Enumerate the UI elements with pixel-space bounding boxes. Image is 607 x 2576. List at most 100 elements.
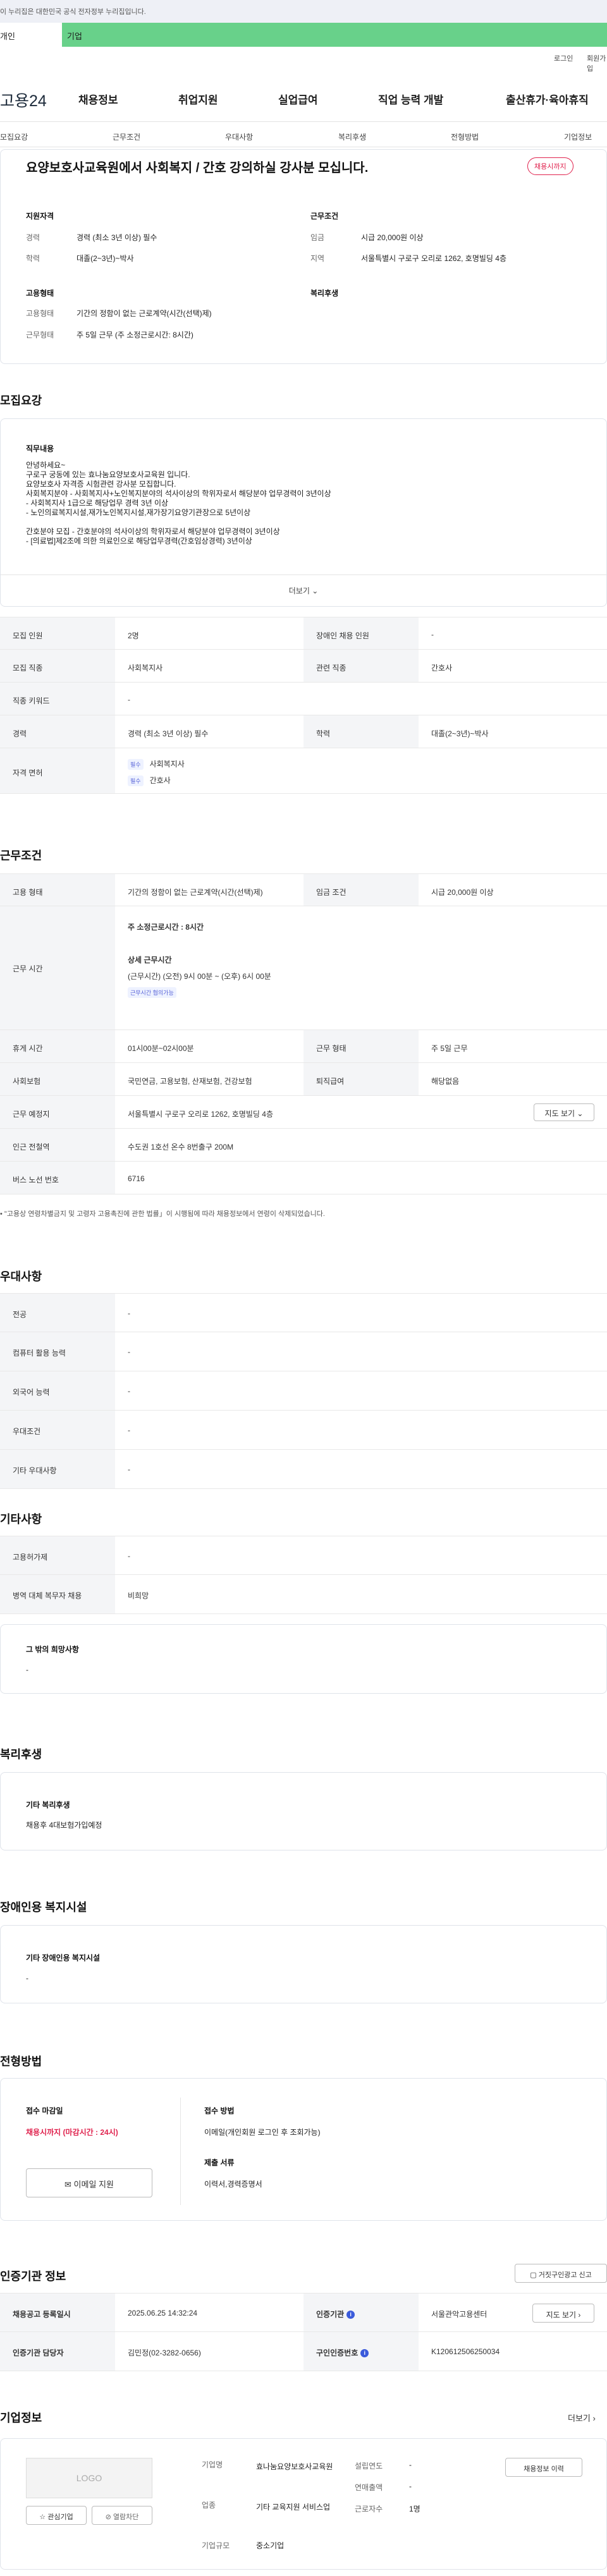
table-row: 병역 대체 복무자 채용 비희망 [0, 1575, 607, 1614]
company-size-value: 중소기업 [256, 2541, 285, 2550]
work-type-label: 근무형태 [26, 331, 54, 339]
work-time-detail: (근무시간) (오전) 9시 00분 ~ (오후) 6시 00분 [128, 972, 271, 981]
license-item: 필수 사회복지사 [128, 758, 185, 770]
subnav-recruit[interactable]: 모집요강 [0, 131, 28, 142]
favorite-company-button[interactable]: ☆ 관심기업 [26, 2506, 87, 2525]
table-row: 사회보험 국민연금, 고용보험, 산재보험, 건강보험 퇴직급여 해당없음 [0, 1063, 607, 1096]
row-label: 자격 면허 [13, 769, 43, 777]
company-size-label: 기업규모 [202, 2541, 230, 2550]
mail-icon: ✉ [64, 2180, 71, 2189]
gnb-job-training[interactable]: 직업 능력 개발 [378, 91, 443, 107]
row-label: 학력 [316, 729, 331, 738]
deadline-title: 접수 마감일 [26, 2106, 63, 2115]
career-value: 경력 (최소 3년 이상) 필수 [77, 233, 157, 242]
user-type-tabs: 개인 기업 [0, 23, 607, 47]
disability-heading: 장애인용 복지시설 [0, 1901, 87, 1914]
gov-notice-bar: 이 누리집은 대한민국 공식 전자정부 누리집입니다. [0, 0, 607, 23]
table-row: 모집 인원 2명 장애인 채용 인원 - [0, 617, 607, 650]
email-apply-button[interactable]: ✉ 이메일 지원 [26, 2168, 152, 2197]
chevron-right-icon: › [578, 2311, 581, 2319]
row-value: 김민정(02-3282-0656) [128, 2348, 201, 2357]
work-time-main: 주 소정근로시간 : 8시간 [128, 923, 204, 932]
row-value: 01시00분~02시00분 [128, 1044, 194, 1053]
row-value: - [431, 630, 434, 639]
row-value: K120612506250034 [431, 2347, 500, 2356]
welfare-heading: 복리후생 [0, 1748, 42, 1761]
row-label: 경력 [13, 729, 27, 738]
row-label: 우대조건 [13, 1427, 41, 1436]
row-label: 모집 인원 [13, 631, 43, 640]
login-link[interactable]: 로그인 [554, 53, 573, 63]
row-label: 인증기관 담당자 [13, 2348, 64, 2357]
tab-personal[interactable]: 개인 [0, 23, 62, 47]
info-icon[interactable]: i [360, 2349, 369, 2358]
row-label: 사회보험 [13, 1077, 41, 1086]
duty-title: 직무내용 [26, 444, 54, 453]
false-ad-report-button[interactable]: ▢ 거짓구인광고 신고 [515, 2264, 607, 2283]
table-row: 외국어 능력 - [0, 1371, 607, 1411]
block-icon: ⊘ [105, 2513, 111, 2521]
agency-label: 인증기관 [316, 2310, 345, 2319]
company-more-link[interactable]: 더보기 › [568, 2412, 596, 2424]
row-value: 2025.06.25 14:32:24 [128, 2309, 198, 2318]
email-apply-label: 이메일 지원 [73, 2180, 114, 2189]
deadline-value: 채용시까지 (마감시간 : 24시) [26, 2128, 118, 2137]
company-heading: 기업정보 [0, 2412, 42, 2424]
row-label: 장애인 채용 인원 [316, 631, 369, 640]
row-label: 근무 형태 [316, 1044, 346, 1053]
table-row: 우대조건 - [0, 1411, 607, 1450]
row-value: 국민연금, 고용보험, 산재보험, 건강보험 [128, 1077, 252, 1086]
map-view-button[interactable]: 지도 보기 ⌄ [534, 1103, 594, 1121]
loc-value: 서울특별시 구로구 오리로 1262, 호명빌딩 4층 [361, 254, 507, 263]
table-row: 직종 키워드 - [0, 683, 607, 715]
row-value: - [128, 1387, 130, 1395]
site-logo[interactable]: 고용24 [0, 88, 47, 111]
row-value: 주 5일 근무 [431, 1044, 468, 1053]
row-value: 2명 [128, 631, 139, 640]
subnav-welfare[interactable]: 복리후생 [338, 131, 366, 142]
subnav-preference[interactable]: 우대사항 [225, 131, 253, 142]
row-value: 간호사 [431, 664, 453, 672]
chevron-down-icon: ⌄ [312, 586, 319, 595]
agency-map-label: 지도 보기 [546, 2311, 577, 2319]
tab-enterprise[interactable]: 기업 [62, 23, 607, 47]
row-value: 비희망 [128, 1591, 149, 1600]
duty-card: 직무내용 안녕하세요~ 구로구 궁동에 있는 효나눔요양보호사교육원 입니다. … [0, 418, 607, 607]
row-label: 컴퓨터 활용 능력 [13, 1349, 66, 1358]
welfare-text: 채용후 4대보험가입예정 [26, 1821, 102, 1830]
license-name: 간호사 [149, 776, 171, 785]
chevron-down-icon: ⌄ [577, 1109, 584, 1118]
cert-no-label: 구인인증번호 [316, 2348, 359, 2357]
row-value: - [128, 1426, 130, 1435]
row-value: 시급 20,000원 이상 [431, 888, 494, 897]
employee-count-label: 근로자수 [355, 2505, 383, 2513]
loc-label: 지역 [310, 254, 325, 263]
gnb-employment-support[interactable]: 취업지원 [178, 91, 218, 107]
subnav-process[interactable]: 전형방법 [451, 131, 479, 142]
process-card: 접수 마감일 채용시까지 (마감시간 : 24시) ✉ 이메일 지원 접수 방법… [0, 2078, 607, 2221]
gnb-unemployment-benefit[interactable]: 실업급여 [278, 91, 318, 107]
info-icon[interactable]: i [346, 2311, 355, 2319]
est-year-value: - [409, 2460, 412, 2469]
process-heading: 전형방법 [0, 2055, 42, 2068]
more-button[interactable]: 더보기 ⌄ [1, 574, 606, 606]
method-title: 접수 방법 [204, 2106, 235, 2115]
subnav-conditions[interactable]: 근무조건 [113, 131, 140, 142]
row-label: 근무 예정지 [13, 1110, 50, 1119]
job-summary-card: 요양보호사교육원에서 사회복지 / 간호 강의하실 강사분 모십니다. 채용시까… [0, 149, 607, 364]
row-value: 기간의 정함이 없는 근로계약(시간(선택)제) [128, 888, 263, 897]
agency-map-button[interactable]: 지도 보기 › [532, 2304, 594, 2323]
hiring-history-button[interactable]: 채용정보 이력 [505, 2458, 582, 2477]
gnb-jobs[interactable]: 채용정보 [78, 91, 118, 107]
block-view-button[interactable]: ⊘ 열람차단 [92, 2506, 152, 2525]
subnav-company[interactable]: 기업정보 [564, 131, 592, 142]
row-value: - [128, 1552, 130, 1560]
welfare-card: 기타 복리후생 채용후 4대보험가입예정 [0, 1772, 607, 1850]
row-value: - [128, 1347, 130, 1356]
table-row: 채용공고 등록일시 2025.06.25 14:32:24 인증기관 i 서울관악… [0, 2293, 607, 2332]
employee-count-value: 1명 [409, 2505, 420, 2513]
row-label: 병역 대체 복무자 채용 [13, 1591, 82, 1600]
row-value: - [128, 1309, 130, 1318]
join-link[interactable]: 회원가입 [587, 53, 607, 73]
gnb-parental-leave[interactable]: 출산휴가·육아휴직 [506, 91, 589, 107]
